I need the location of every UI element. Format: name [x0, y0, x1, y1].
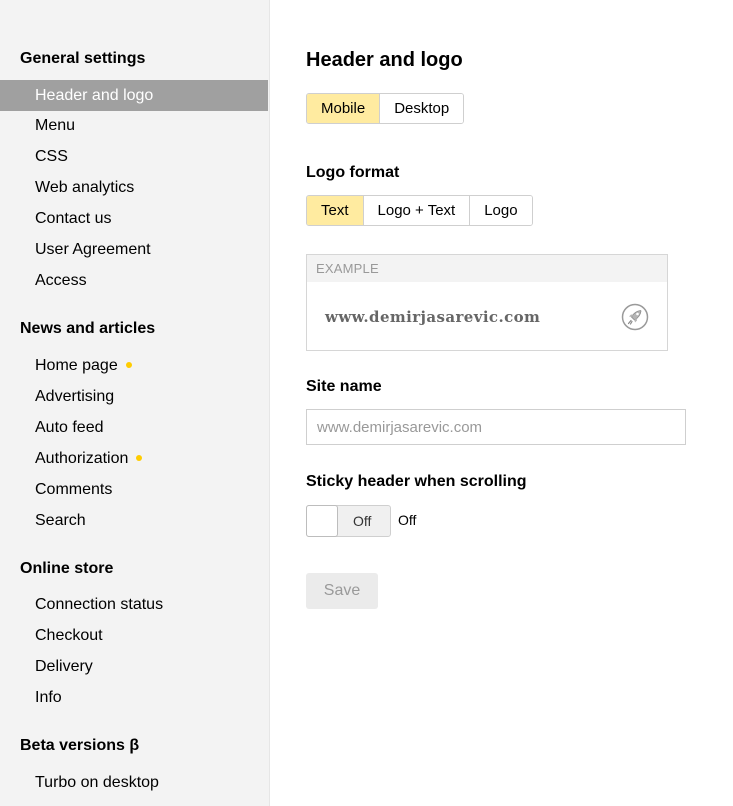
sidebar: General settings Header and logo Menu CS… [0, 0, 270, 806]
logo-format-logo-button[interactable]: Logo [470, 196, 532, 225]
device-tab-group: Mobile Desktop [306, 93, 465, 124]
logo-format-logo-text-button[interactable]: Logo + Text [363, 196, 471, 225]
logo-format-label: Logo format [306, 164, 400, 181]
notification-dot [136, 455, 143, 461]
site-name-input[interactable] [306, 409, 686, 445]
sidebar-item-authorization[interactable]: Authorization [0, 443, 268, 474]
sidebar-item-label: Home page [35, 357, 118, 374]
toggle-text: Off [353, 513, 372, 529]
section-title-online-store: Online store [20, 560, 114, 577]
sidebar-item-access[interactable]: Access [0, 265, 268, 296]
example-preview: EXAMPLE www.demirjasarevic.com [306, 254, 668, 351]
logo-format-text-button[interactable]: Text [307, 196, 364, 225]
sidebar-item-delivery[interactable]: Delivery [0, 651, 268, 682]
sidebar-item-checkout[interactable]: Checkout [0, 620, 268, 651]
sidebar-item-info[interactable]: Info [0, 682, 268, 713]
site-name-label: Site name [306, 378, 382, 395]
page-title: Header and logo [306, 49, 463, 71]
sticky-header-status: Off [398, 512, 417, 528]
rocket-icon [621, 303, 649, 331]
save-button[interactable]: Save [306, 573, 378, 609]
example-heading: EXAMPLE [307, 255, 667, 282]
sidebar-item-menu[interactable]: Menu [0, 110, 268, 141]
sidebar-item-auto-feed[interactable]: Auto feed [0, 412, 268, 443]
sticky-header-label: Sticky header when scrolling [306, 473, 527, 490]
section-title-news-and-articles: News and articles [20, 320, 156, 337]
sidebar-item-user-agreement[interactable]: User Agreement [0, 234, 268, 265]
section-title-general-settings: General settings [20, 50, 146, 67]
sidebar-item-css[interactable]: CSS [0, 141, 268, 172]
tab-desktop[interactable]: Desktop [380, 94, 464, 123]
sidebar-item-label: Authorization [35, 450, 129, 467]
section-title-beta-versions: Beta versions β [20, 737, 140, 754]
sticky-header-toggle[interactable]: Off [306, 505, 391, 537]
tab-mobile[interactable]: Mobile [307, 94, 381, 123]
sidebar-item-header-and-logo[interactable]: Header and logo [0, 80, 268, 111]
logo-format-group: Text Logo + Text Logo [306, 195, 533, 226]
main-content: Header and logo Mobile Desktop Logo form… [306, 0, 726, 806]
sidebar-item-comments[interactable]: Comments [0, 474, 268, 505]
example-site-text: www.demirjasarevic.com [325, 308, 541, 326]
sidebar-item-search[interactable]: Search [0, 505, 268, 536]
notification-dot [125, 362, 132, 368]
sidebar-item-connection-status[interactable]: Connection status [0, 589, 268, 620]
sidebar-item-turbo-on-desktop[interactable]: Turbo on desktop [0, 767, 268, 798]
sidebar-item-advertising[interactable]: Advertising [0, 381, 268, 412]
sidebar-item-web-analytics[interactable]: Web analytics [0, 172, 268, 203]
toggle-knob [306, 505, 338, 537]
app-window: General settings Header and logo Menu CS… [0, 0, 733, 806]
sidebar-item-contact-us[interactable]: Contact us [0, 203, 268, 234]
sidebar-item-home-page[interactable]: Home page [0, 350, 268, 381]
